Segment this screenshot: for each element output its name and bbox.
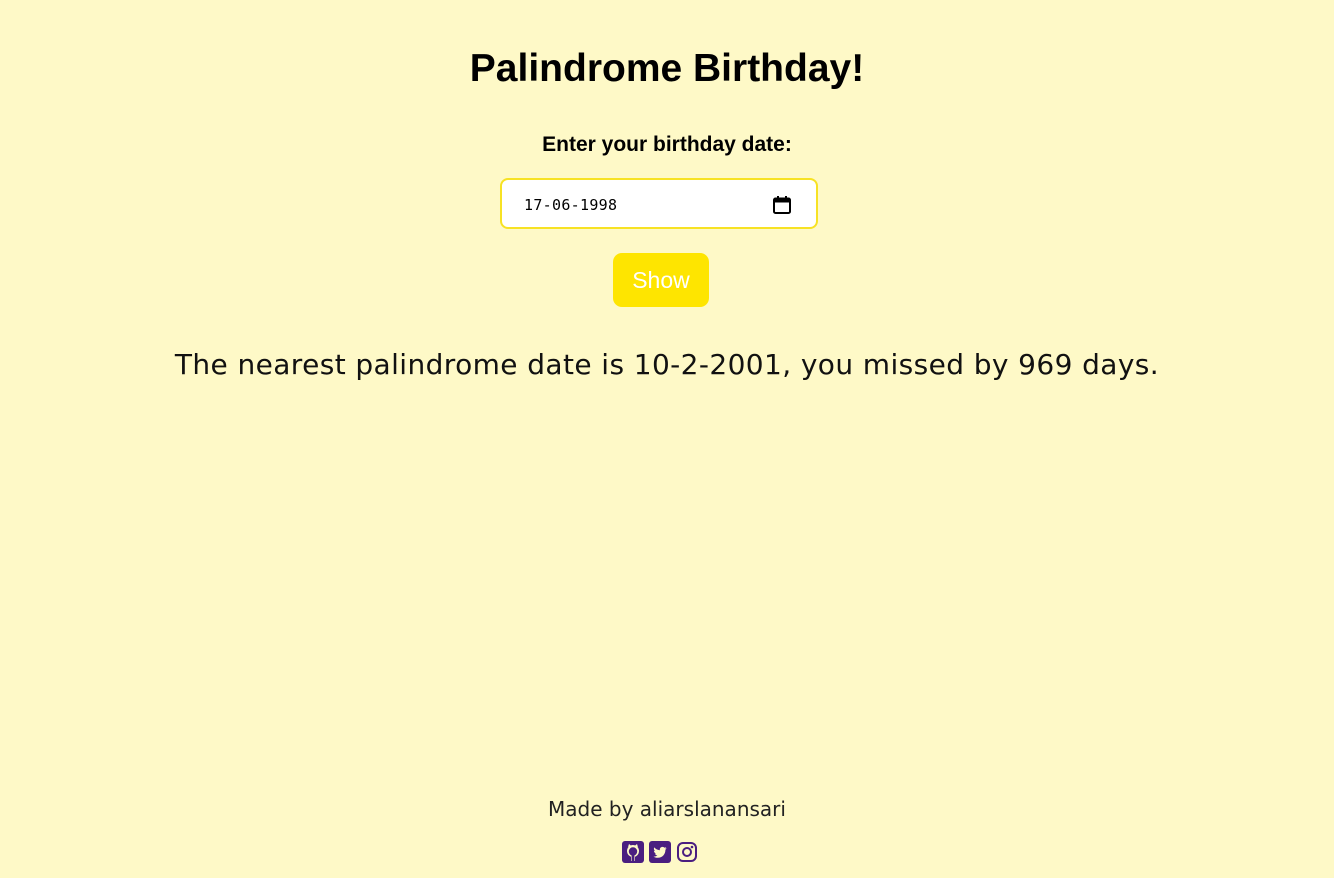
social-links — [622, 841, 702, 865]
calendar-icon[interactable] — [772, 195, 792, 215]
birthday-date-input[interactable]: 17-06-1998 — [500, 178, 818, 229]
show-button[interactable]: Show — [613, 253, 709, 307]
birthday-label: Enter your birthday date: — [542, 133, 792, 156]
twitter-icon[interactable] — [649, 841, 671, 863]
result-message: The nearest palindrome date is 10-2-2001… — [174, 348, 1160, 381]
instagram-icon[interactable] — [676, 841, 698, 863]
github-icon[interactable] — [622, 841, 644, 863]
date-value[interactable]: 17-06-1998 — [524, 195, 617, 215]
footer-credit: Made by aliarslanansari — [548, 797, 786, 821]
page-title: Palindrome Birthday! — [469, 47, 865, 90]
